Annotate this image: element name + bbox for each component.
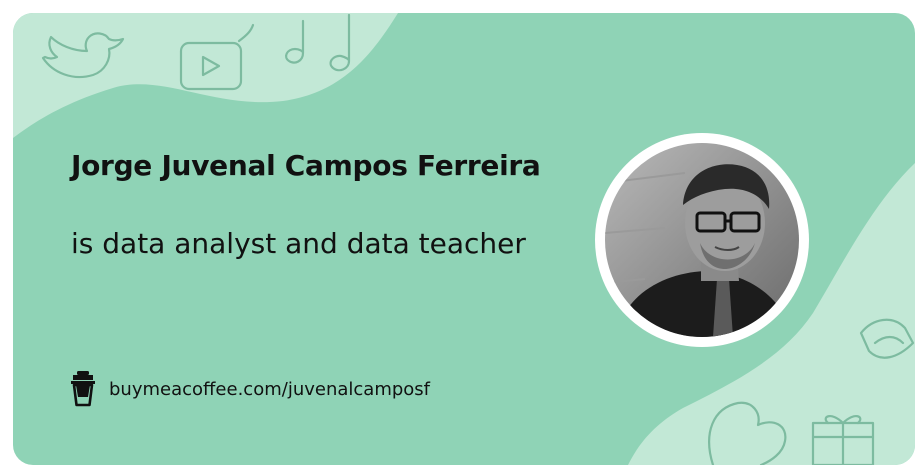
profile-tagline: is data analyst and data teacher <box>71 227 526 260</box>
coffee-link-row[interactable]: buymeacoffee.com/juvenalcamposf <box>69 371 430 407</box>
buymeacoffee-link[interactable]: buymeacoffee.com/juvenalcamposf <box>109 379 430 400</box>
profile-name: Jorge Juvenal Campos Ferreira <box>71 149 541 182</box>
coffee-cup-icon <box>71 371 95 407</box>
avatar <box>605 143 799 337</box>
profile-photo-icon <box>605 143 799 337</box>
avatar-ring <box>595 133 809 347</box>
profile-card: Jorge Juvenal Campos Ferreira is data an… <box>13 13 915 465</box>
